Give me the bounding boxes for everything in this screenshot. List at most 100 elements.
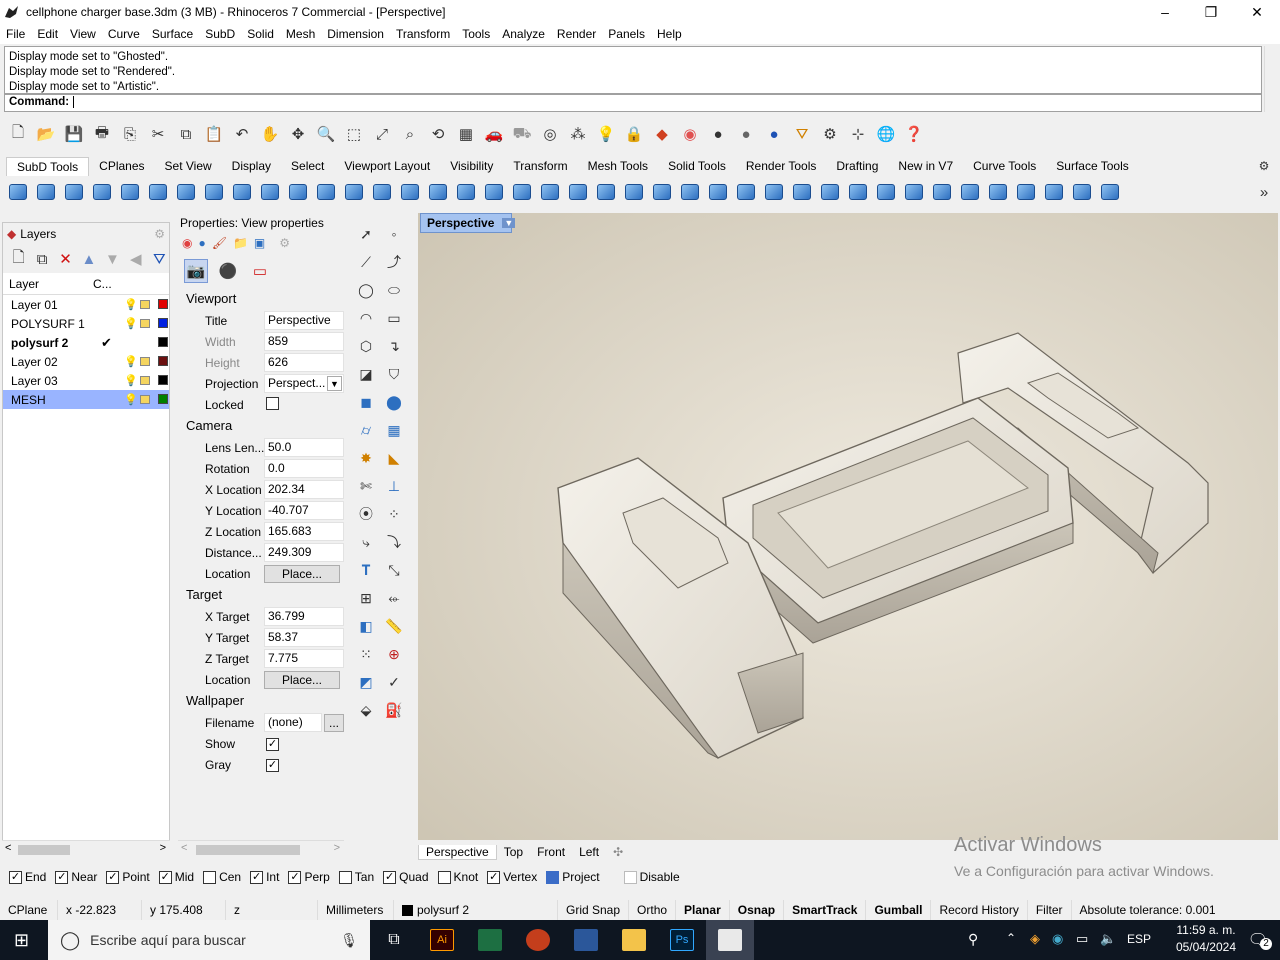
subd-tool-icon[interactable] (482, 180, 506, 204)
osnap-checkbox[interactable]: ✓ (55, 870, 69, 884)
subd-tool-icon[interactable] (118, 180, 142, 204)
windows-start-icon[interactable]: ⊞ (14, 930, 29, 951)
menu-render[interactable]: Render (551, 27, 602, 41)
extrude-curve-icon[interactable]: ⛉ (382, 362, 406, 386)
chevron-down-icon[interactable]: ▼ (327, 376, 342, 391)
powerpoint-icon[interactable] (514, 920, 562, 960)
ghost-car-icon[interactable]: ⛟ (510, 122, 534, 146)
subd-tool-icon[interactable] (958, 180, 982, 204)
osnap-project[interactable]: Project (546, 870, 600, 884)
menu-transform[interactable]: Transform (390, 27, 456, 41)
osnap-quad[interactable]: ✓ Quad (383, 870, 429, 884)
print-icon[interactable]: 🖶 (90, 122, 114, 146)
microphone-icon[interactable]: 🎙 (340, 932, 358, 949)
scale-icon[interactable]: ◣ (382, 446, 406, 470)
planar-toggle[interactable]: Planar (676, 900, 730, 920)
x-target-field[interactable]: 36.799 (264, 607, 344, 626)
tray-chevron-icon[interactable]: ⌃ (1006, 931, 1016, 945)
osnap-checkbox[interactable] (546, 870, 560, 884)
x-location-field[interactable]: 202.34 (264, 480, 344, 499)
menu-dimension[interactable]: Dimension (321, 27, 390, 41)
y-target-field[interactable]: 58.37 (264, 628, 344, 647)
projection-select[interactable]: Perspect... ▼ (264, 374, 344, 393)
box-solid-icon[interactable]: ◼ (354, 390, 378, 414)
scroll-thumb[interactable] (196, 845, 300, 855)
osnap-vertex[interactable]: ✓ Vertex (487, 870, 537, 884)
rendered-sphere-icon[interactable]: ● (734, 122, 758, 146)
viewport-title-tab[interactable]: Perspective ▼ (420, 213, 516, 233)
osnap-checkbox[interactable]: ✓ (250, 870, 264, 884)
filter-icon[interactable]: ⛛ (150, 247, 169, 271)
tab-visibility[interactable]: Visibility (440, 157, 503, 175)
tab-new-in-v7[interactable]: New in V7 (888, 157, 963, 175)
subd-tool-icon[interactable] (734, 180, 758, 204)
viewport-tab-front[interactable]: Front (530, 845, 572, 859)
subd-tool-icon[interactable] (370, 180, 394, 204)
select-arrow-icon[interactable]: ➚ (354, 222, 378, 246)
zoom-window-icon[interactable]: ⬚ (342, 122, 366, 146)
subd-tool-icon[interactable] (314, 180, 338, 204)
scroll-left-icon[interactable]: < (181, 842, 187, 854)
tab-drafting[interactable]: Drafting (826, 157, 888, 175)
subd-tool-icon[interactable] (874, 180, 898, 204)
rotation-field[interactable]: 0.0 (264, 459, 344, 478)
lock-icon[interactable] (140, 395, 150, 404)
menu-panels[interactable]: Panels (602, 27, 651, 41)
distance-field[interactable]: 249.309 (264, 543, 344, 562)
rebuild-icon[interactable]: ⤷ (354, 530, 378, 554)
new-file-icon[interactable]: 🗋 (6, 122, 30, 146)
tab-display[interactable]: Display (222, 157, 281, 175)
people-icon[interactable]: ⚲ (968, 931, 978, 948)
osnap-checkbox[interactable] (203, 870, 217, 884)
subd-tool-icon[interactable] (34, 180, 58, 204)
subd-tool-icon[interactable] (902, 180, 926, 204)
paint-bucket-icon[interactable]: ⛽ (382, 698, 406, 722)
osnap-checkbox[interactable]: ✓ (487, 870, 501, 884)
layer-color-swatch[interactable] (158, 394, 168, 404)
y-location-field[interactable]: -40.707 (264, 501, 344, 520)
viewport-tab-left[interactable]: Left (572, 845, 606, 859)
layer-color-swatch[interactable] (158, 356, 168, 366)
layer-row-selected[interactable]: MESH 💡 (3, 390, 169, 409)
subd-tool-icon[interactable] (706, 180, 730, 204)
grid-snap-toggle[interactable]: Grid Snap (558, 900, 630, 920)
osnap-toggle[interactable]: Osnap (730, 900, 785, 920)
minimize-button[interactable]: – (1142, 0, 1188, 24)
menu-file[interactable]: File (0, 27, 31, 41)
cut-icon[interactable]: ✂ (146, 122, 170, 146)
tab-solid-tools[interactable]: Solid Tools (658, 157, 736, 175)
render-sphere-icon[interactable]: ● (762, 122, 786, 146)
tab-mesh-tools[interactable]: Mesh Tools (578, 157, 658, 175)
lights-icon[interactable]: ⚫ (216, 259, 240, 283)
word-icon[interactable] (562, 920, 610, 960)
color-wheel-icon[interactable]: ◉ (182, 236, 192, 250)
language-indicator[interactable]: ESP (1127, 932, 1151, 946)
import-icon[interactable]: ⎘ (118, 122, 142, 146)
scroll-right-icon[interactable]: > (160, 842, 166, 854)
subd-tool-icon[interactable] (1070, 180, 1094, 204)
viewport-tab-top[interactable]: Top (497, 845, 530, 859)
snap-icon[interactable]: ⊕ (382, 642, 406, 666)
lens-field[interactable]: 50.0 (264, 438, 344, 457)
layout-icon[interactable]: ◩ (354, 670, 378, 694)
point-grid-icon[interactable]: ⁙ (354, 642, 378, 666)
trim-icon[interactable]: ✄ (354, 474, 378, 498)
help-icon[interactable]: ❓ (902, 122, 926, 146)
subd-tool-icon[interactable] (1098, 180, 1122, 204)
current-layer-indicator[interactable]: polysurf 2 (394, 900, 558, 920)
cylinder-icon[interactable]: ⌭ (354, 418, 378, 442)
paste-icon[interactable]: 📋 (202, 122, 226, 146)
subd-tool-icon[interactable] (986, 180, 1010, 204)
lock-icon[interactable] (140, 376, 150, 385)
layer-row[interactable]: Layer 02 💡 (3, 352, 169, 371)
subd-tool-icon[interactable] (930, 180, 954, 204)
subd-tool-icon[interactable] (258, 180, 282, 204)
tray-app-icon[interactable]: ◈ (1030, 931, 1040, 947)
subd-tool-icon[interactable] (846, 180, 870, 204)
viewport-tab-perspective[interactable]: Perspective (418, 844, 497, 860)
subd-tool-icon[interactable] (818, 180, 842, 204)
illustrator-icon[interactable]: Ai (418, 920, 466, 960)
undo-icon[interactable]: ↶ (230, 122, 254, 146)
menu-curve[interactable]: Curve (102, 27, 146, 41)
show-checkbox[interactable]: ✓ (266, 738, 279, 751)
